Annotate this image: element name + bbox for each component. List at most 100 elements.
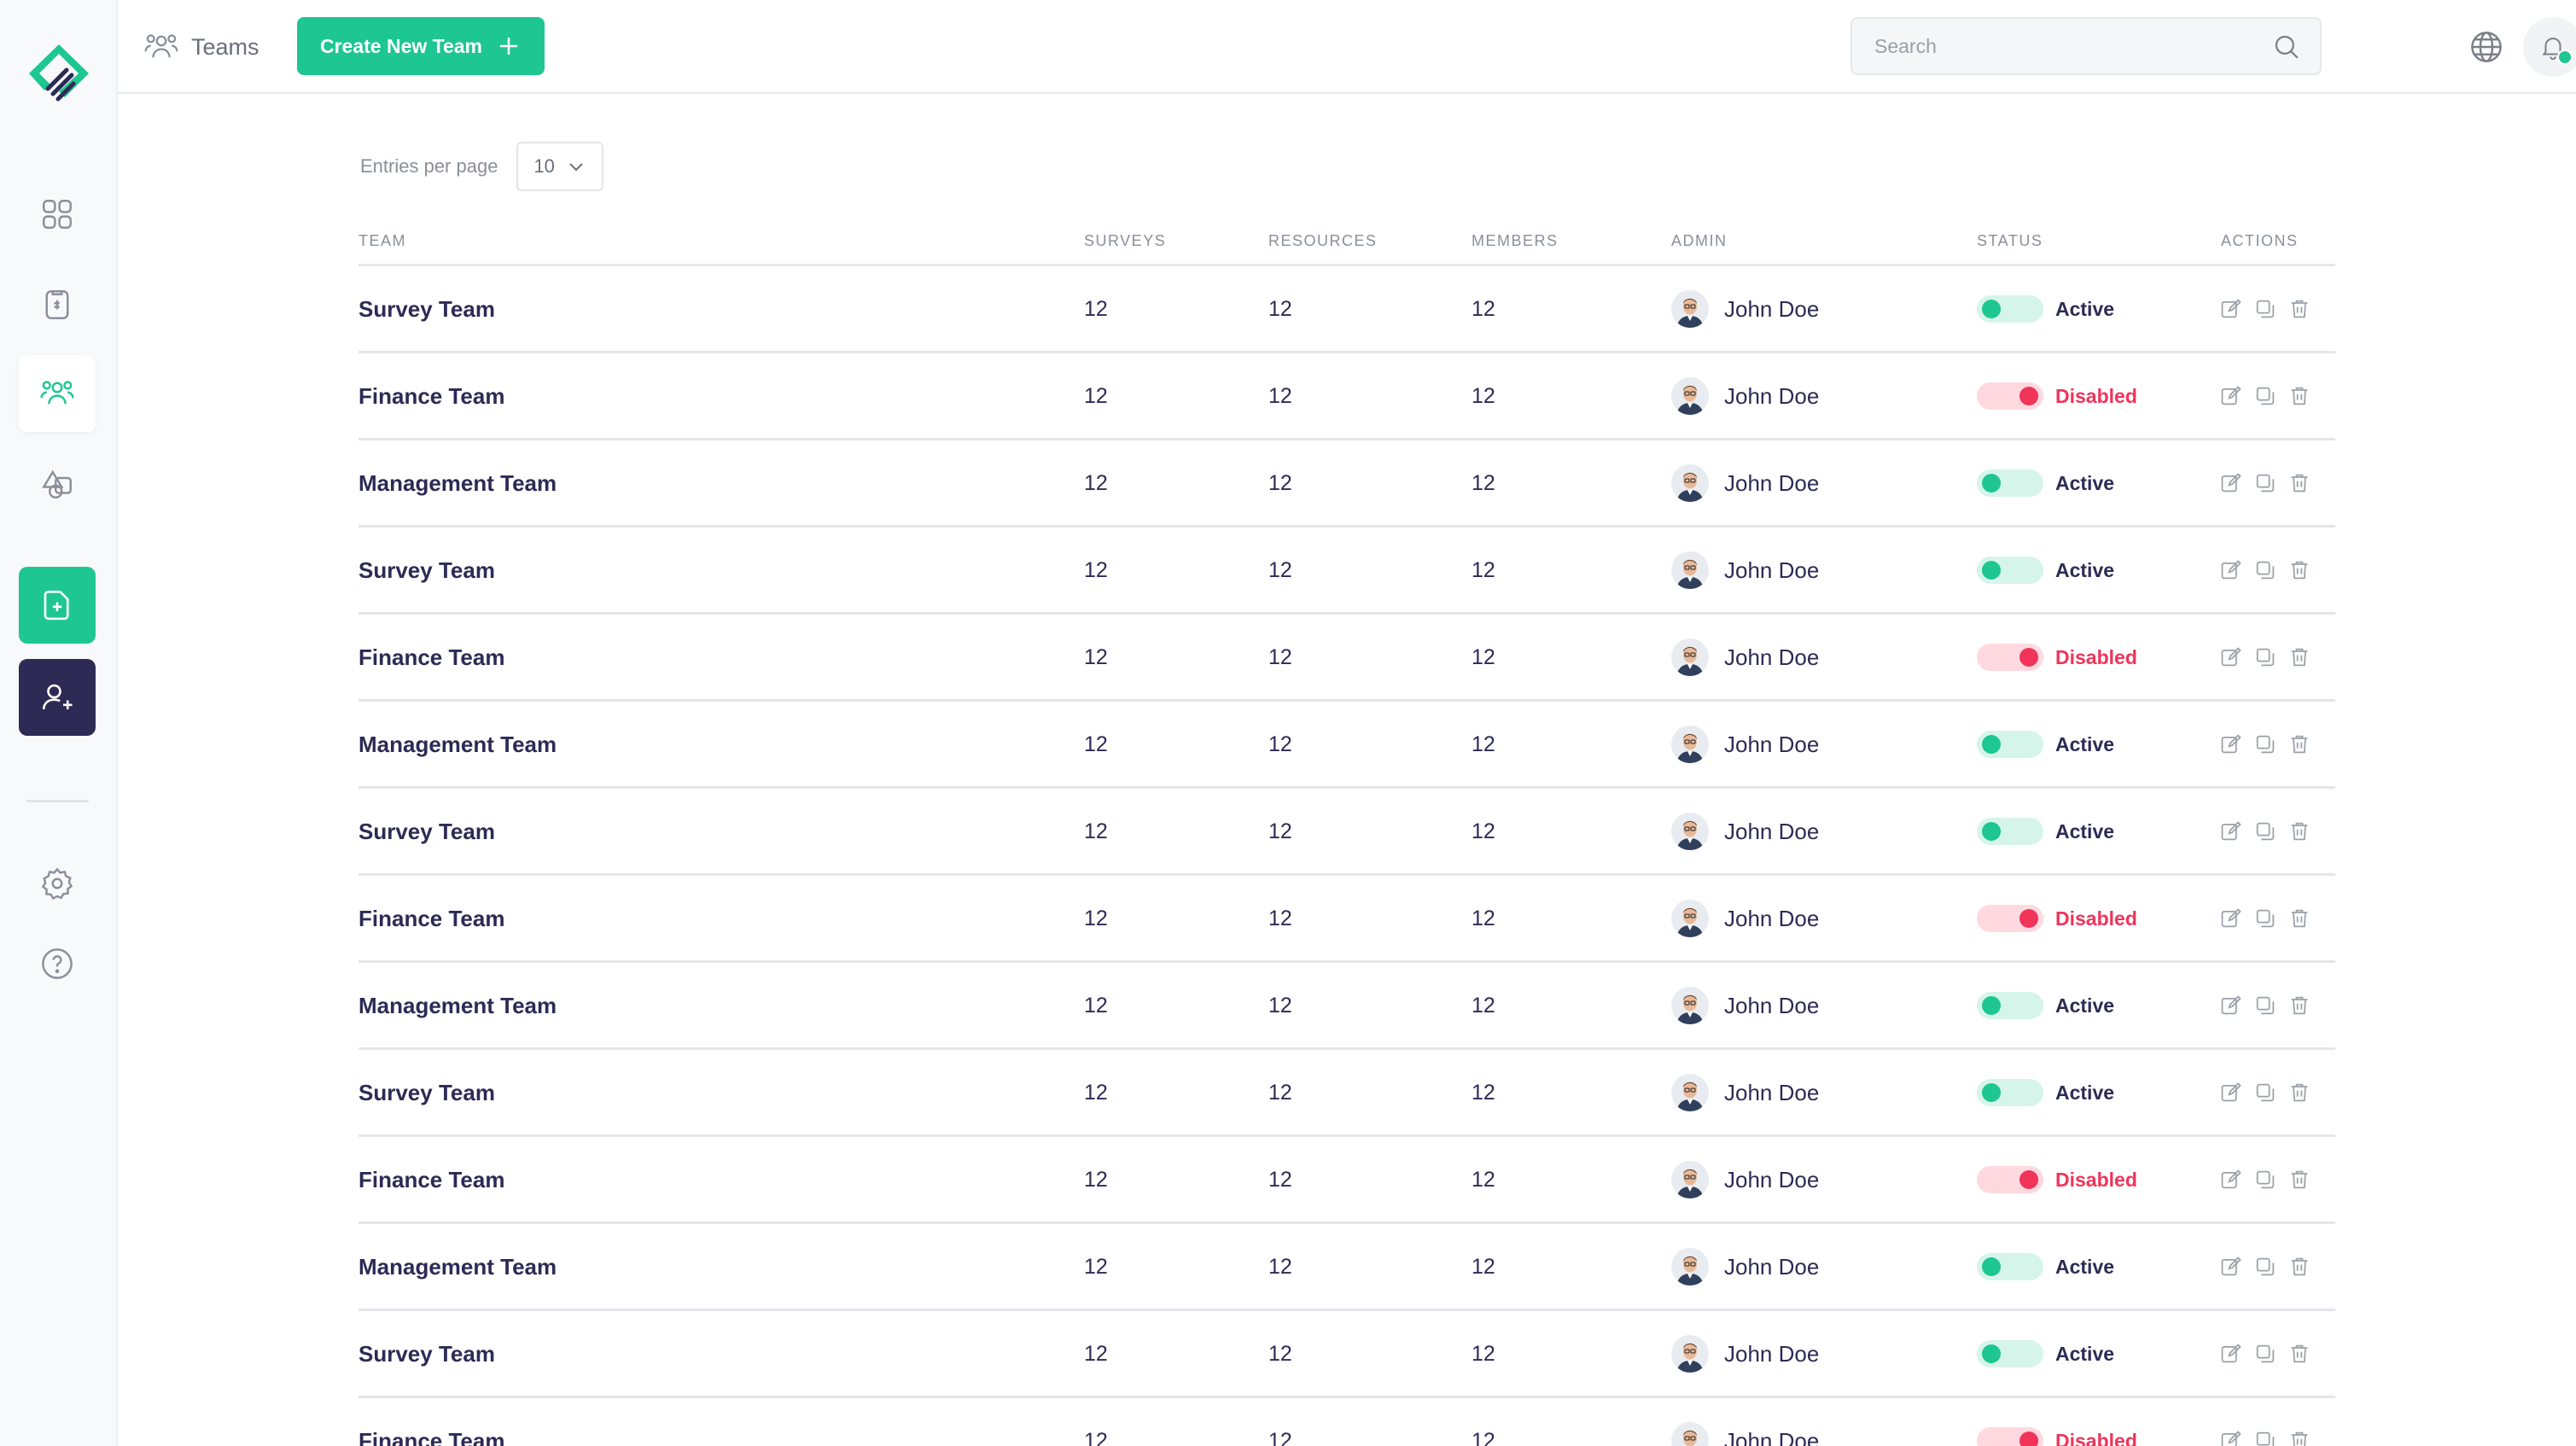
team-name[interactable]: Management Team [358,440,557,526]
team-name[interactable]: Finance Team [358,1137,504,1222]
status-toggle[interactable] [1977,644,2043,671]
column-header-team[interactable]: TEAM [358,232,406,250]
status-toggle[interactable] [1977,731,2043,758]
edit-icon[interactable] [2219,471,2243,495]
sidebar-item-dashboard[interactable] [19,176,96,253]
edit-icon[interactable] [2219,1342,2243,1366]
table-row[interactable]: Finance Team 12 12 12 John Doe Disabled [358,876,2335,963]
table-row[interactable]: Finance Team 12 12 12 John Doe Disabled [358,615,2335,702]
copy-icon[interactable] [2253,471,2277,495]
sidebar-item-resources[interactable] [19,446,96,522]
trash-icon[interactable] [2288,1429,2311,1446]
trash-icon[interactable] [2288,1168,2311,1192]
table-row[interactable]: Survey Team 12 12 12 John Doe Active [358,789,2335,876]
copy-icon[interactable] [2253,819,2277,843]
status-toggle[interactable] [1977,469,2043,497]
column-header-surveys[interactable]: SURVEYS [1084,232,1166,250]
notifications-button[interactable] [2523,17,2576,77]
table-row[interactable]: Survey Team 12 12 12 John Doe Active [358,528,2335,615]
team-name[interactable]: Survey Team [358,1050,495,1135]
team-name[interactable]: Management Team [358,702,557,787]
status-toggle[interactable] [1977,1340,2043,1367]
team-name[interactable]: Survey Team [358,1311,495,1396]
sidebar-item-help[interactable] [19,925,96,1002]
table-row[interactable]: Finance Team 12 12 12 John Doe Disabled [358,1137,2335,1224]
copy-icon[interactable] [2253,645,2277,669]
edit-icon[interactable] [2219,1255,2243,1279]
edit-icon[interactable] [2219,384,2243,408]
globe-icon[interactable] [2468,29,2504,65]
trash-icon[interactable] [2288,645,2311,669]
trash-icon[interactable] [2288,732,2311,756]
table-row[interactable]: Finance Team 12 12 12 John Doe Disabled [358,353,2335,440]
table-row[interactable]: Management Team 12 12 12 John Doe Active [358,440,2335,528]
sidebar-item-teams[interactable] [19,355,96,432]
copy-icon[interactable] [2253,297,2277,321]
app-logo[interactable] [22,39,96,108]
table-row[interactable]: Management Team 12 12 12 John Doe Active [358,963,2335,1050]
table-row[interactable]: Management Team 12 12 12 John Doe Active [358,702,2335,789]
copy-icon[interactable] [2253,732,2277,756]
copy-icon[interactable] [2253,1255,2277,1279]
table-row[interactable]: Survey Team 12 12 12 John Doe Active [358,266,2335,353]
team-name[interactable]: Finance Team [358,876,504,961]
team-name[interactable]: Management Team [358,1224,557,1309]
trash-icon[interactable] [2288,1255,2311,1279]
trash-icon[interactable] [2288,1342,2311,1366]
edit-icon[interactable] [2219,907,2243,930]
trash-icon[interactable] [2288,994,2311,1017]
trash-icon[interactable] [2288,558,2311,582]
create-new-team-button[interactable]: Create New Team [297,17,545,75]
copy-icon[interactable] [2253,1168,2277,1192]
copy-icon[interactable] [2253,994,2277,1017]
table-row[interactable]: Finance Team 12 12 12 John Doe Disabled [358,1398,2335,1446]
search-icon[interactable] [2272,32,2301,61]
team-name[interactable]: Finance Team [358,353,504,439]
edit-icon[interactable] [2219,732,2243,756]
status-toggle[interactable] [1977,1253,2043,1280]
status-toggle[interactable] [1977,818,2043,845]
column-header-members[interactable]: MEMBERS [1472,232,1559,250]
column-header-status[interactable]: STATUS [1977,232,2043,250]
status-toggle[interactable] [1977,382,2043,410]
copy-icon[interactable] [2253,1342,2277,1366]
status-toggle[interactable] [1977,992,2043,1019]
sidebar-item-settings[interactable] [19,845,96,922]
edit-icon[interactable] [2219,1081,2243,1105]
team-name[interactable]: Finance Team [358,1398,504,1446]
copy-icon[interactable] [2253,384,2277,408]
sidebar-item-surveys[interactable] [19,266,96,343]
column-header-admin[interactable]: ADMIN [1671,232,1728,250]
copy-icon[interactable] [2253,558,2277,582]
trash-icon[interactable] [2288,384,2311,408]
trash-icon[interactable] [2288,907,2311,930]
status-toggle[interactable] [1977,1079,2043,1106]
edit-icon[interactable] [2219,1168,2243,1192]
trash-icon[interactable] [2288,819,2311,843]
column-header-resources[interactable]: RESOURCES [1268,232,1378,250]
sidebar-item-new-survey[interactable] [19,567,96,644]
copy-icon[interactable] [2253,1429,2277,1446]
status-toggle[interactable] [1977,905,2043,932]
copy-icon[interactable] [2253,1081,2277,1105]
status-toggle[interactable] [1977,295,2043,323]
edit-icon[interactable] [2219,558,2243,582]
status-toggle[interactable] [1977,557,2043,584]
team-name[interactable]: Survey Team [358,789,495,874]
table-row[interactable]: Management Team 12 12 12 John Doe Active [358,1224,2335,1311]
team-name[interactable]: Finance Team [358,615,504,700]
edit-icon[interactable] [2219,994,2243,1017]
sidebar-item-add-user[interactable] [19,659,96,736]
edit-icon[interactable] [2219,1429,2243,1446]
team-name[interactable]: Survey Team [358,266,495,352]
entries-select[interactable]: 10 [516,142,604,191]
team-name[interactable]: Management Team [358,963,557,1048]
edit-icon[interactable] [2219,297,2243,321]
trash-icon[interactable] [2288,297,2311,321]
edit-icon[interactable] [2219,645,2243,669]
search-input[interactable] [1874,19,2250,73]
edit-icon[interactable] [2219,819,2243,843]
status-toggle[interactable] [1977,1427,2043,1446]
copy-icon[interactable] [2253,907,2277,930]
team-name[interactable]: Survey Team [358,528,495,613]
